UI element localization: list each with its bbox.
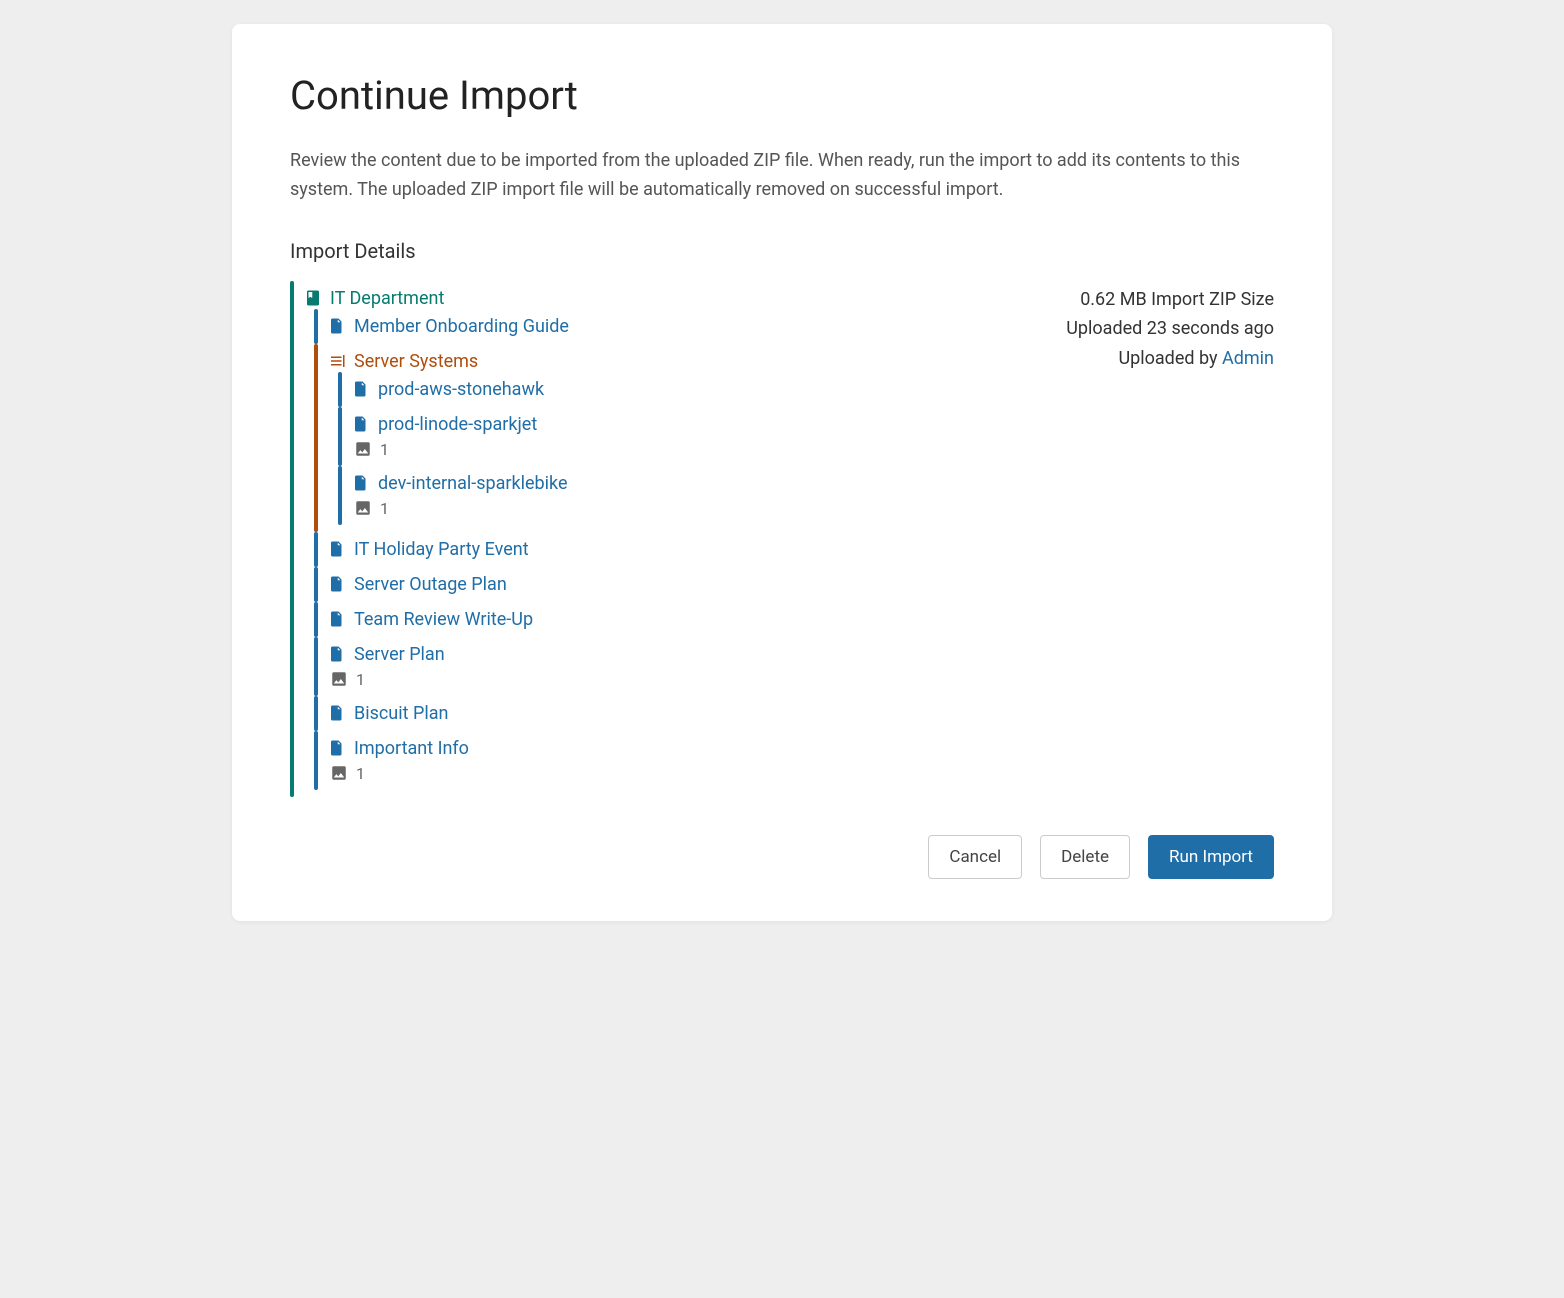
import-tree: IT Department Member Onboarding Guide Se… xyxy=(290,281,974,797)
uploaded-by-user-link[interactable]: Admin xyxy=(1222,348,1274,369)
page-icon xyxy=(352,380,370,398)
page-icon xyxy=(328,575,346,593)
page-icon xyxy=(328,645,346,663)
page-item[interactable]: prod-aws-stonehawk xyxy=(352,379,974,400)
page-item[interactable]: Important Info xyxy=(328,738,974,759)
page-icon xyxy=(328,704,346,722)
page-item[interactable]: IT Holiday Party Event xyxy=(328,539,974,560)
image-icon xyxy=(354,499,372,517)
page-item[interactable]: Server Plan xyxy=(328,644,974,665)
page-icon xyxy=(328,317,346,335)
chapter-item[interactable]: Server Systems xyxy=(328,351,974,372)
page-item-label: Team Review Write-Up xyxy=(354,609,533,630)
page-item[interactable]: Server Outage Plan xyxy=(328,574,974,595)
attachment-count: 1 xyxy=(328,670,974,689)
run-import-button[interactable]: Run Import xyxy=(1148,835,1274,879)
page-item[interactable]: prod-linode-sparkjet xyxy=(352,414,974,435)
page-icon xyxy=(328,739,346,757)
page-icon xyxy=(352,474,370,492)
page-icon xyxy=(328,610,346,628)
page-item-label: Biscuit Plan xyxy=(354,703,448,724)
page-item-label: Important Info xyxy=(354,738,469,759)
cancel-button[interactable]: Cancel xyxy=(928,835,1022,879)
page-item-label: dev-internal-sparklebike xyxy=(378,473,568,494)
book-item[interactable]: IT Department xyxy=(304,288,974,309)
attachment-count: 1 xyxy=(328,764,974,783)
import-meta: 0.62 MB Import ZIP Size Uploaded 23 seco… xyxy=(1014,281,1274,374)
book-icon xyxy=(304,289,322,307)
image-icon xyxy=(330,670,348,688)
page-item[interactable]: dev-internal-sparklebike xyxy=(352,473,974,494)
section-heading: Import Details xyxy=(290,239,1274,263)
book-item-label: IT Department xyxy=(330,288,444,309)
page-item-label: prod-linode-sparkjet xyxy=(378,414,537,435)
attachment-count: 1 xyxy=(352,440,974,459)
page-item-label: Member Onboarding Guide xyxy=(354,316,569,337)
page-item[interactable]: Member Onboarding Guide xyxy=(328,316,974,337)
import-card: Continue Import Review the content due t… xyxy=(232,24,1332,921)
page-icon xyxy=(352,415,370,433)
page-title: Continue Import xyxy=(290,72,1274,119)
page-item-label: Server Outage Plan xyxy=(354,574,507,595)
button-row: Cancel Delete Run Import xyxy=(290,835,1274,879)
page-item[interactable]: Team Review Write-Up xyxy=(328,609,974,630)
meta-uploader: Uploaded by Admin xyxy=(1014,344,1274,374)
image-icon xyxy=(354,440,372,458)
page-description: Review the content due to be imported fr… xyxy=(290,147,1274,205)
page-item-label: prod-aws-stonehawk xyxy=(378,379,544,400)
meta-uploaded: Uploaded 23 seconds ago xyxy=(1014,314,1274,344)
chapter-item-label: Server Systems xyxy=(354,351,478,372)
page-item-label: IT Holiday Party Event xyxy=(354,539,529,560)
chapter-icon xyxy=(328,352,346,370)
meta-size: 0.62 MB Import ZIP Size xyxy=(1014,285,1274,315)
image-icon xyxy=(330,764,348,782)
delete-button[interactable]: Delete xyxy=(1040,835,1130,879)
page-icon xyxy=(328,540,346,558)
attachment-count: 1 xyxy=(352,499,974,518)
page-item-label: Server Plan xyxy=(354,644,445,665)
page-item[interactable]: Biscuit Plan xyxy=(328,703,974,724)
